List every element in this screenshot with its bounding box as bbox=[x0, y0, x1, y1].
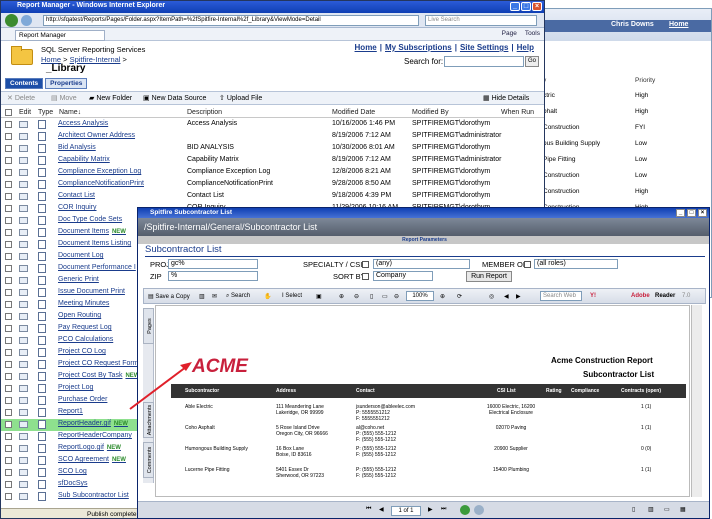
annotation-arrow bbox=[129, 362, 192, 410]
